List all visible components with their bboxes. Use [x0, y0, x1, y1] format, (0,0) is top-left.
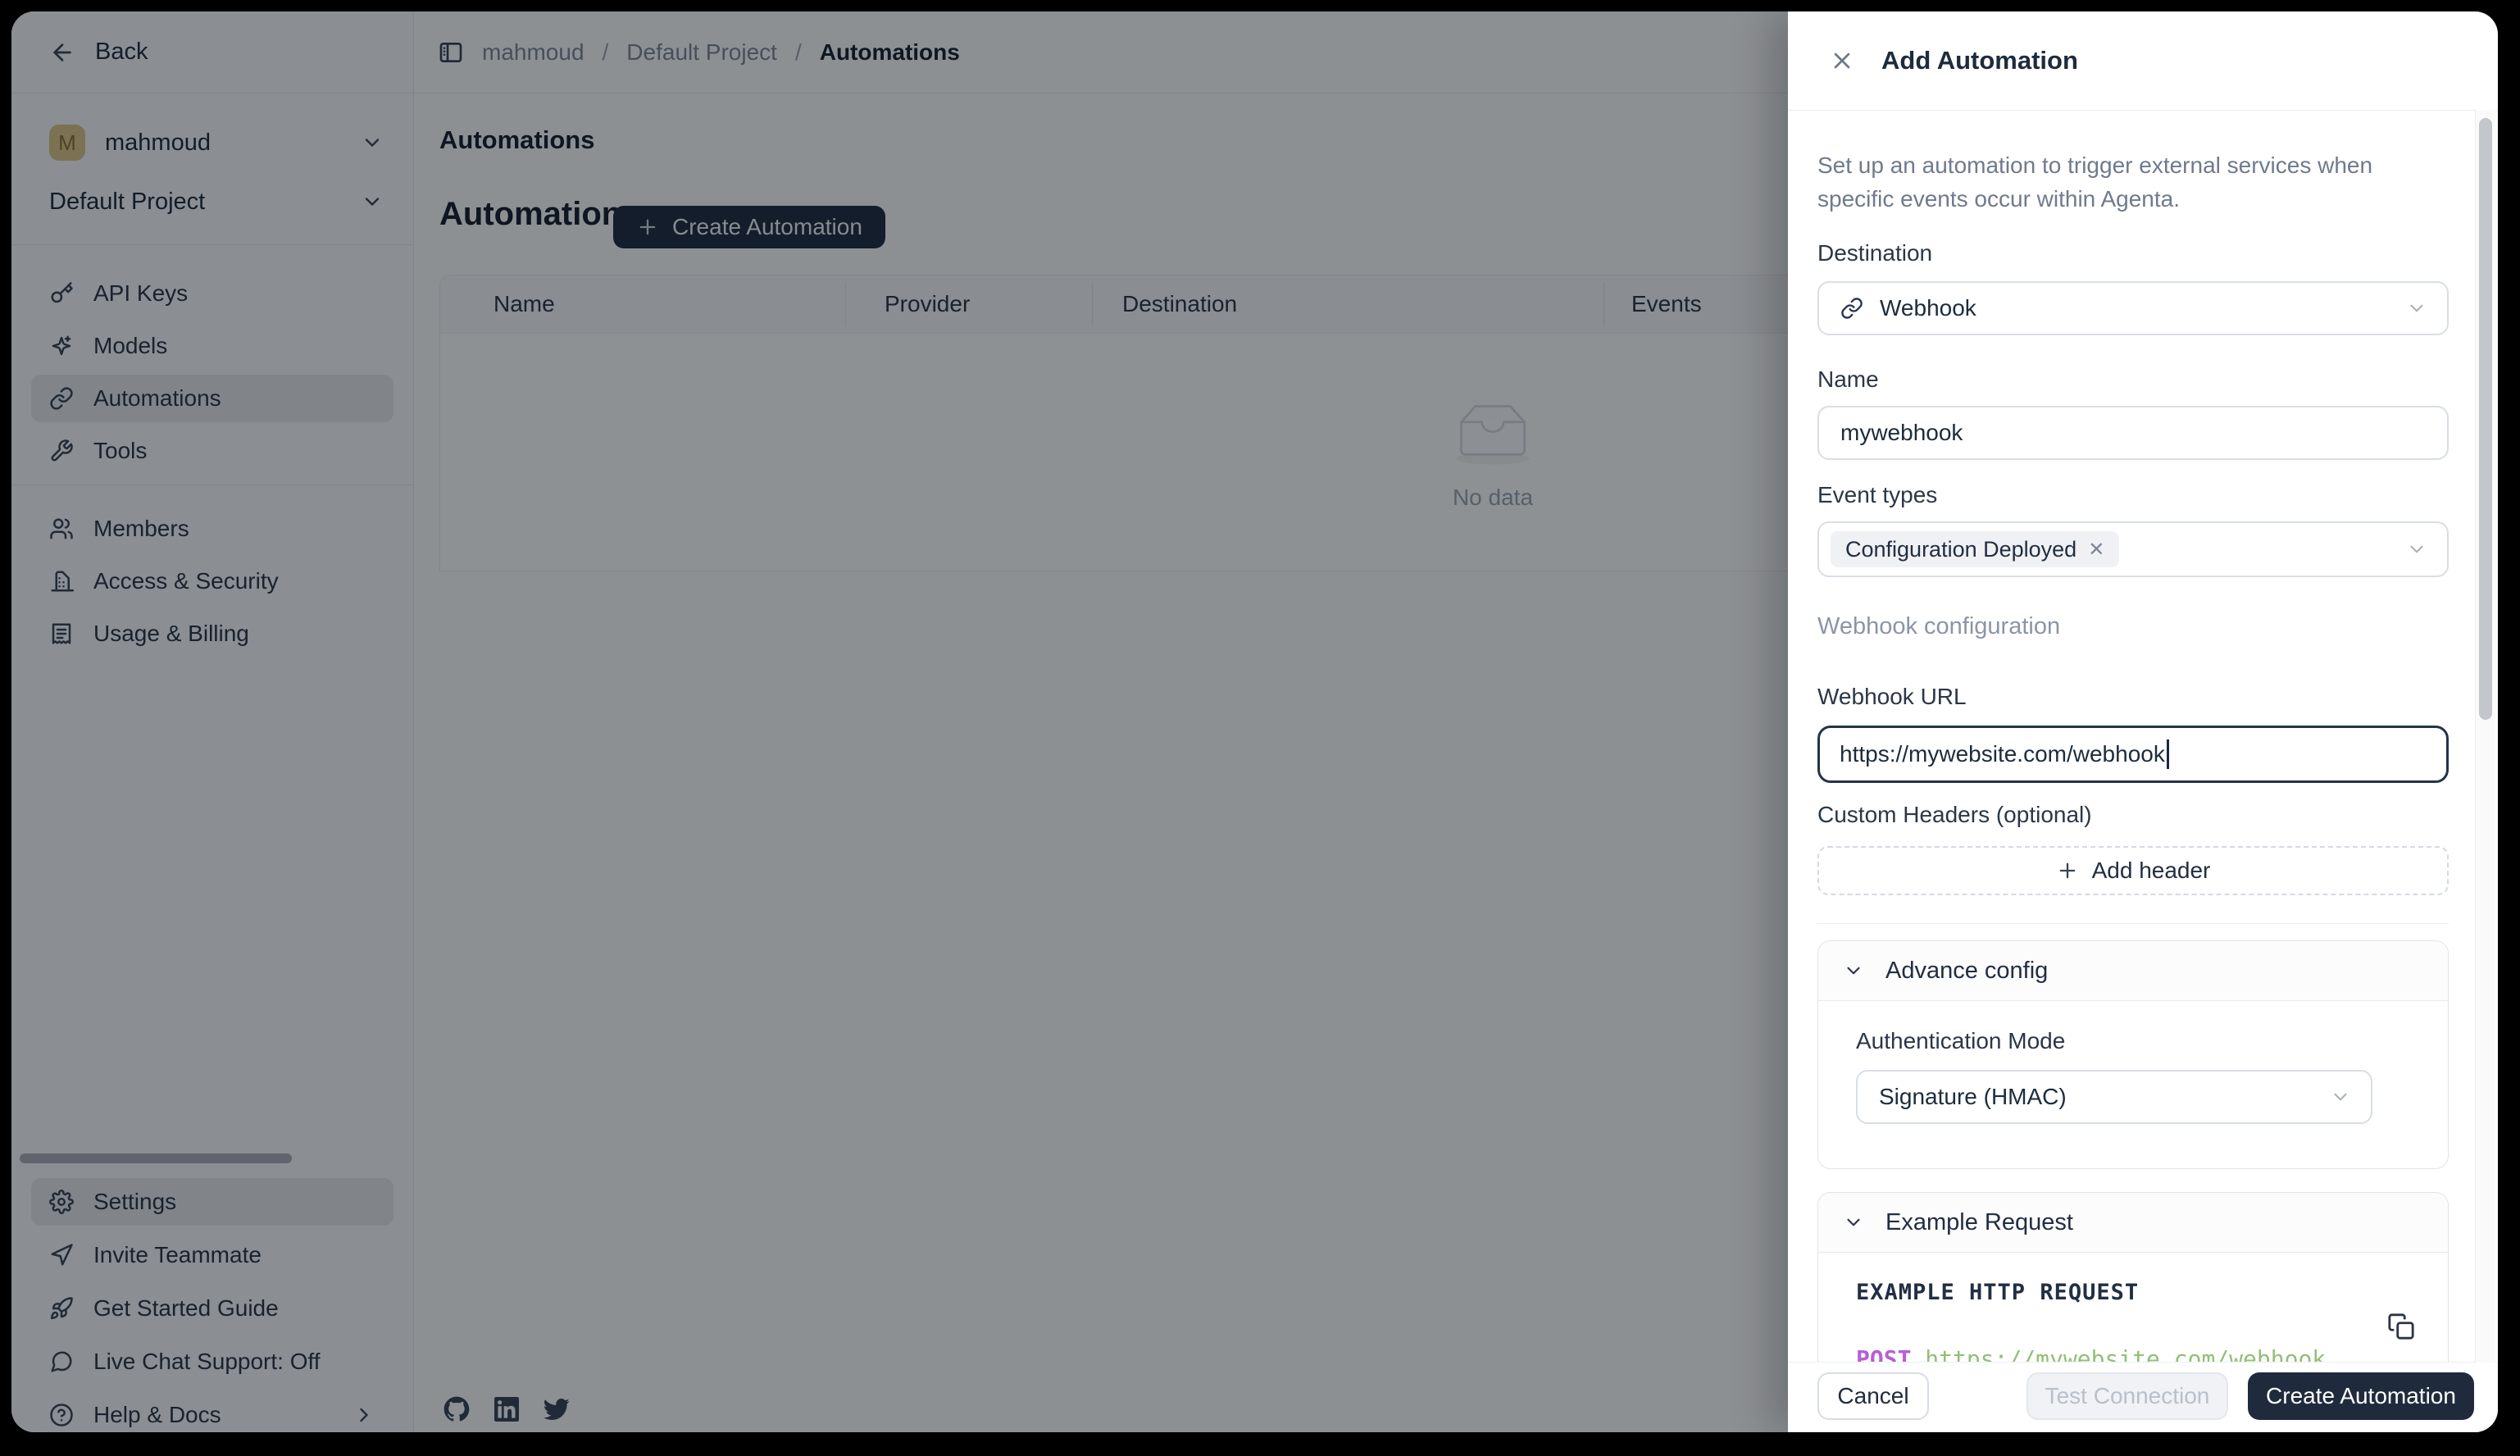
- add-header-label: Add header: [2092, 858, 2211, 884]
- advance-config-body: Authentication Mode Signature (HMAC): [1818, 1028, 2448, 1168]
- advance-config-header[interactable]: Advance config: [1818, 941, 2448, 1001]
- drawer-scrollbar-thumb[interactable]: [2479, 118, 2492, 720]
- event-types-select[interactable]: Configuration Deployed ✕: [1817, 521, 2449, 577]
- advance-config-panel: Advance config Authentication Mode Signa…: [1817, 940, 2449, 1169]
- drawer-scrollbar-track[interactable]: [2475, 110, 2495, 1363]
- webhook-config-section-title: Webhook configuration: [1817, 613, 2449, 640]
- text-caret: [2167, 739, 2169, 769]
- webhook-url-value: https://mywebsite.com/webhook: [1840, 741, 2165, 767]
- destination-value: Webhook: [1880, 295, 1976, 321]
- add-automation-drawer: Add Automation Set up an automation to t…: [1788, 11, 2498, 1432]
- auth-mode-value: Signature (HMAC): [1879, 1084, 2067, 1110]
- divider: [1817, 923, 2449, 924]
- example-request-line: POST https://mywebsite.com/webhook: [1856, 1345, 2410, 1362]
- destination-select[interactable]: Webhook: [1817, 281, 2449, 335]
- example-request-panel: Example Request EXAMPLE HTTP REQUEST POS…: [1817, 1192, 2449, 1362]
- app-window: Back M mahmoud Default Project: [11, 11, 2498, 1432]
- drawer-footer: Cancel Test Connection Create Automation: [1788, 1362, 2498, 1432]
- destination-label: Destination: [1817, 240, 2449, 266]
- link-icon: [1840, 297, 1863, 320]
- chevron-down-icon: [2406, 539, 2427, 560]
- event-type-tag: Configuration Deployed ✕: [1831, 531, 2119, 567]
- advance-config-title: Advance config: [1885, 958, 2048, 985]
- example-request-title: Example Request: [1885, 1209, 2073, 1236]
- http-method: POST: [1856, 1345, 1911, 1362]
- event-type-tag-label: Configuration Deployed: [1845, 537, 2076, 562]
- tag-remove-icon[interactable]: ✕: [2088, 538, 2104, 562]
- name-value: mywebhook: [1840, 420, 1963, 446]
- cancel-button[interactable]: Cancel: [1817, 1372, 1929, 1420]
- create-automation-submit-button[interactable]: Create Automation: [2248, 1372, 2474, 1420]
- drawer-body: Set up an automation to trigger external…: [1788, 111, 2498, 1362]
- plus-icon: [2056, 859, 2079, 882]
- name-input[interactable]: mywebhook: [1817, 406, 2449, 460]
- example-code-title: EXAMPLE HTTP REQUEST: [1856, 1280, 2410, 1305]
- chevron-down-icon: [1843, 1212, 1864, 1233]
- auth-mode-select[interactable]: Signature (HMAC): [1856, 1070, 2372, 1124]
- chevron-down-icon: [2330, 1086, 2351, 1108]
- example-request-header[interactable]: Example Request: [1818, 1193, 2448, 1253]
- drawer-header: Add Automation: [1788, 11, 2498, 111]
- add-header-button[interactable]: Add header: [1817, 846, 2449, 895]
- drawer-title: Add Automation: [1881, 46, 2078, 75]
- name-label: Name: [1817, 366, 2449, 393]
- custom-headers-label: Custom Headers (optional): [1817, 802, 2449, 828]
- drawer-description: Set up an automation to trigger external…: [1817, 148, 2408, 216]
- http-url: https://mywebsite.com/webhook: [1925, 1345, 2326, 1362]
- chevron-down-icon: [2406, 298, 2427, 319]
- event-types-label: Event types: [1817, 482, 2449, 508]
- chevron-down-icon: [1843, 960, 1864, 981]
- webhook-url-label: Webhook URL: [1817, 684, 2449, 710]
- example-request-body: EXAMPLE HTTP REQUEST POST https://mywebs…: [1818, 1280, 2448, 1362]
- close-icon[interactable]: [1829, 48, 1855, 74]
- screen: Back M mahmoud Default Project: [0, 0, 2520, 1456]
- test-connection-button[interactable]: Test Connection: [2026, 1372, 2228, 1420]
- webhook-url-input[interactable]: https://mywebsite.com/webhook: [1817, 726, 2449, 783]
- copy-icon[interactable]: [2387, 1313, 2415, 1340]
- auth-mode-label: Authentication Mode: [1856, 1028, 2410, 1054]
